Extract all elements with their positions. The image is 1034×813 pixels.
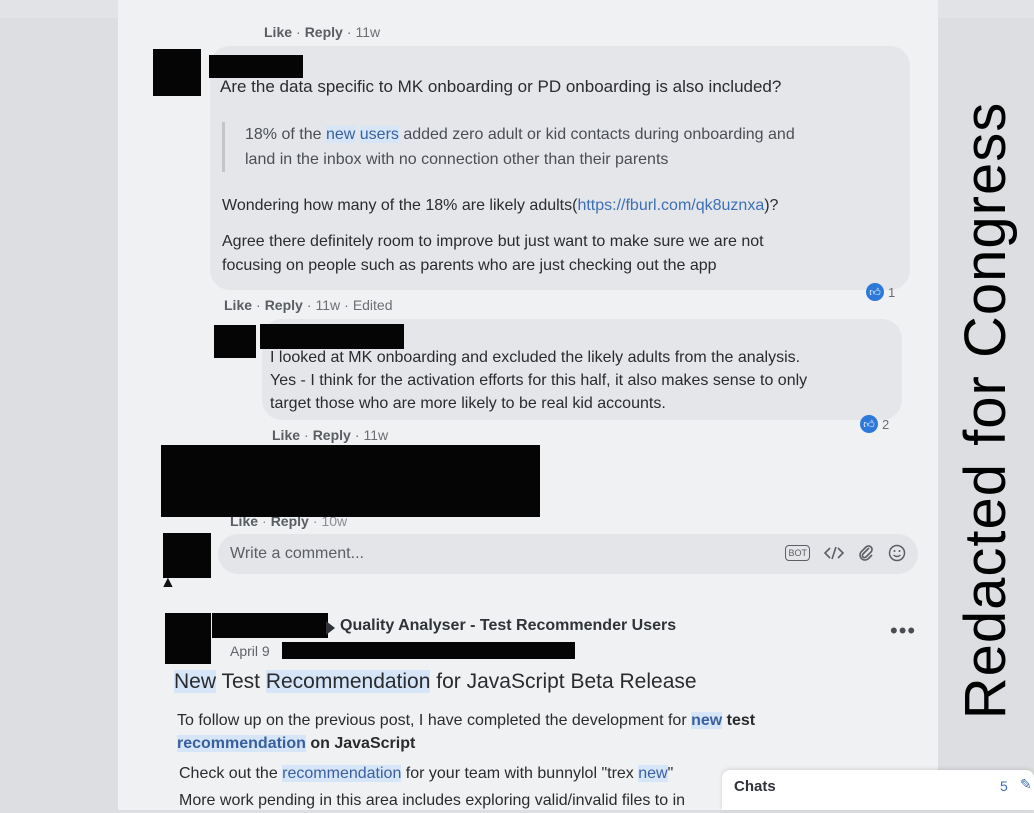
composer-toolbar: BOT [785,542,906,564]
redaction-watermark: Redacted for Congress [953,101,1019,719]
like-reaction-icon: 👍︎ [866,283,884,301]
post-body-line-2: recommendation on JavaScript [177,735,416,752]
reply-line-3: target those who are more likely to be r… [270,395,666,412]
post-author-avatar-redacted [165,613,211,664]
top-comment-meta: Like · Reply · 11w [264,24,381,40]
code-icon[interactable] [824,542,844,564]
reply-link[interactable]: Reply [305,24,343,40]
post-body-line-1: To follow up on the previous post, I hav… [177,712,756,729]
mouse-cursor-icon: ▲ [160,574,176,591]
reply-link[interactable]: Reply [313,427,351,443]
comment-reactions[interactable]: 👍︎ 1 [866,283,895,301]
quote-line-2: land in the inbox with no connection oth… [245,151,669,168]
quote-line-1: 18% of the new users added zero adult or… [245,126,795,143]
attachment-icon[interactable] [858,542,874,564]
reply-line-2: Yes - I think for the activation efforts… [270,372,808,389]
reply-meta: Like · Reply · 11w [272,427,389,443]
like-link[interactable]: Like [264,24,292,40]
comment-input[interactable]: Write a comment... BOT [218,534,918,574]
comment-agree-line-2: focusing on people such as parents who a… [222,257,717,274]
comment-agree-line-1: Agree there definitely room to improve b… [222,233,764,250]
comment-meta: Like · Reply · 11w · Edited [224,297,393,313]
bot-icon[interactable]: BOT [785,545,810,561]
comment-question: Are the data specific to MK onboarding o… [220,77,782,96]
post-body-line-3: Check out the recommendation for your te… [179,765,674,782]
group-name-link[interactable]: Quality Analyser - Test Recommender User… [340,617,676,635]
emoji-icon[interactable] [888,542,906,564]
quoted-text: 18% of the new users added zero adult or… [222,122,795,172]
comment-age: 11w [355,24,381,40]
post-author-name-redacted [212,613,328,638]
arrow-right-icon [326,621,335,635]
avatar-redacted [214,325,256,358]
like-reaction-icon: 👍︎ [860,415,878,433]
like-link[interactable]: Like [272,427,300,443]
more-options-icon[interactable]: ••• [890,618,916,644]
comment-age: 11w [315,297,341,313]
reply-line-1: I looked at MK onboarding and excluded t… [270,349,801,366]
comment-placeholder: Write a comment... [230,545,364,562]
like-link[interactable]: Like [224,297,252,313]
reply-reactions[interactable]: 👍︎ 2 [860,415,889,433]
post-body-line-4: More work pending in this area includes … [179,792,686,809]
current-user-avatar-redacted [163,533,211,578]
reaction-count: 2 [882,416,890,432]
reaction-count: 1 [888,284,896,300]
comment-age: 11w [363,427,389,443]
reply-link[interactable]: Reply [265,297,303,313]
post-date[interactable]: April 9 [230,643,270,659]
comment-wondering: Wondering how many of the 18% are likely… [222,197,779,214]
post-title: New Test Recommendation for JavaScript B… [174,670,697,693]
avatar-redacted [153,49,201,96]
reply-redacted-block [161,445,540,517]
chats-label: Chats [734,778,776,795]
fburl-link[interactable]: https://fburl.com/qk8uznxa [577,197,764,214]
edited-label: Edited [352,297,393,313]
post-audience-redacted [282,642,575,659]
chats-count: 5 [1000,778,1008,794]
